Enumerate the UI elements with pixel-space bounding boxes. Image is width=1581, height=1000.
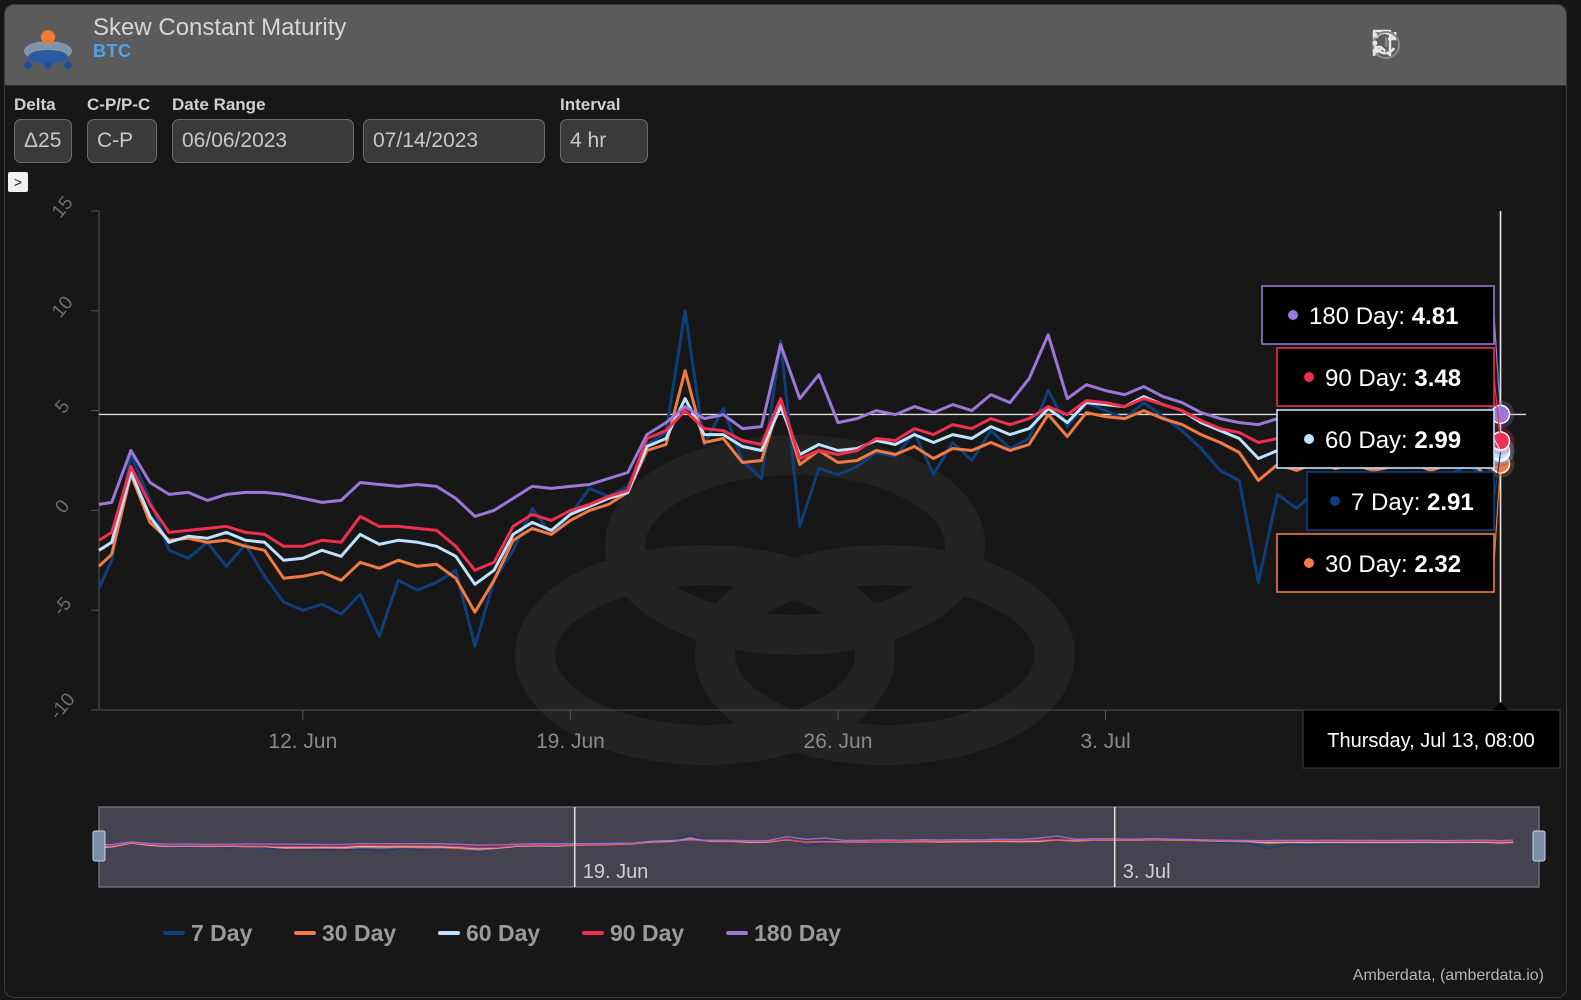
navigator-handle[interactable] bbox=[92, 830, 106, 862]
legend-item-7-day[interactable]: 7 Day bbox=[163, 920, 253, 946]
legend-item-90-day[interactable]: 90 Day bbox=[582, 920, 684, 946]
tooltip-value: 2.32 bbox=[1414, 551, 1461, 578]
legend-item-180-day[interactable]: 180 Day bbox=[726, 920, 841, 946]
date-label-pointer bbox=[1492, 702, 1509, 710]
tooltip-dot bbox=[1304, 372, 1314, 382]
tooltip-text: 60 Day: 2.99 bbox=[1325, 427, 1461, 454]
tooltip-value: 2.99 bbox=[1414, 427, 1461, 454]
tooltip-text: 7 Day: 2.91 bbox=[1351, 489, 1474, 516]
legend-item-60-day[interactable]: 60 Day bbox=[438, 920, 540, 946]
tooltip-series-name: 30 Day: bbox=[1325, 551, 1414, 578]
widget-frame: Skew Constant Maturity BTC Delta Δ25 C-P… bbox=[4, 4, 1567, 998]
tooltip-series-name: 60 Day: bbox=[1325, 427, 1414, 454]
tooltip-text: 30 Day: 2.32 bbox=[1325, 551, 1461, 578]
y-tick-label: 10 bbox=[48, 292, 78, 322]
legend-item-30-day[interactable]: 30 Day bbox=[294, 920, 396, 946]
tooltip-dot bbox=[1304, 434, 1314, 444]
x-tick-label: 26. Jun bbox=[804, 730, 873, 753]
x-tick-label: 3. Jul bbox=[1080, 730, 1130, 753]
navigator-tick-label: 3. Jul bbox=[1123, 861, 1171, 883]
tooltip-series-name: 90 Day: bbox=[1325, 365, 1414, 392]
skew-chart: 15 10 5 0 -5 -10 12. Jun 19. Jun 26. Jun 3. Jul 18… bbox=[46, 193, 1561, 946]
tooltip-series-name: 7 Day: bbox=[1351, 489, 1427, 516]
tooltip-value: 4.81 bbox=[1412, 303, 1459, 330]
tooltip-connector bbox=[1493, 314, 1502, 415]
tooltip-box: 180 Day: 4.81 bbox=[1261, 285, 1495, 345]
legend-label: 180 Day bbox=[754, 920, 841, 946]
navigator-tick-label: 19. Jun bbox=[583, 861, 649, 883]
x-tick-label: 19. Jun bbox=[536, 730, 605, 753]
tooltip-dot bbox=[1304, 558, 1314, 568]
navigator-handle[interactable] bbox=[1532, 830, 1546, 862]
legend-label: 60 Day bbox=[466, 920, 540, 946]
tooltip-text: 90 Day: 3.48 bbox=[1325, 365, 1461, 392]
tooltip-value: 2.91 bbox=[1427, 489, 1474, 516]
credit-text: Amberdata, (amberdata.io) bbox=[1352, 967, 1544, 984]
y-tick-label: 5 bbox=[51, 396, 74, 418]
tooltip-box: 60 Day: 2.99 bbox=[1276, 409, 1495, 469]
tooltip-box: 30 Day: 2.32 bbox=[1276, 533, 1495, 593]
tooltip-dot bbox=[1330, 496, 1340, 506]
tooltip-series-name: 180 Day: bbox=[1309, 303, 1412, 330]
tooltip-dot bbox=[1288, 310, 1298, 320]
tooltip-text: 180 Day: 4.81 bbox=[1309, 303, 1458, 330]
legend-label: 7 Day bbox=[191, 920, 253, 946]
tooltip-box: 7 Day: 2.91 bbox=[1306, 471, 1495, 531]
y-tick-label: 0 bbox=[51, 496, 74, 518]
legend-label: 90 Day bbox=[610, 920, 684, 946]
tooltip-box: 90 Day: 3.48 bbox=[1276, 347, 1495, 407]
y-tick-label: -5 bbox=[49, 593, 76, 619]
crosshair-date-label: Thursday, Jul 13, 08:00 bbox=[1302, 702, 1561, 769]
legend-label: 30 Day bbox=[322, 920, 396, 946]
tooltip-value: 3.48 bbox=[1414, 365, 1461, 392]
x-tick-label: 12. Jun bbox=[268, 730, 337, 753]
y-tick-label: 15 bbox=[48, 193, 78, 223]
date-label-text: Thursday, Jul 13, 08:00 bbox=[1327, 730, 1535, 752]
y-tick-label: -10 bbox=[46, 689, 80, 724]
